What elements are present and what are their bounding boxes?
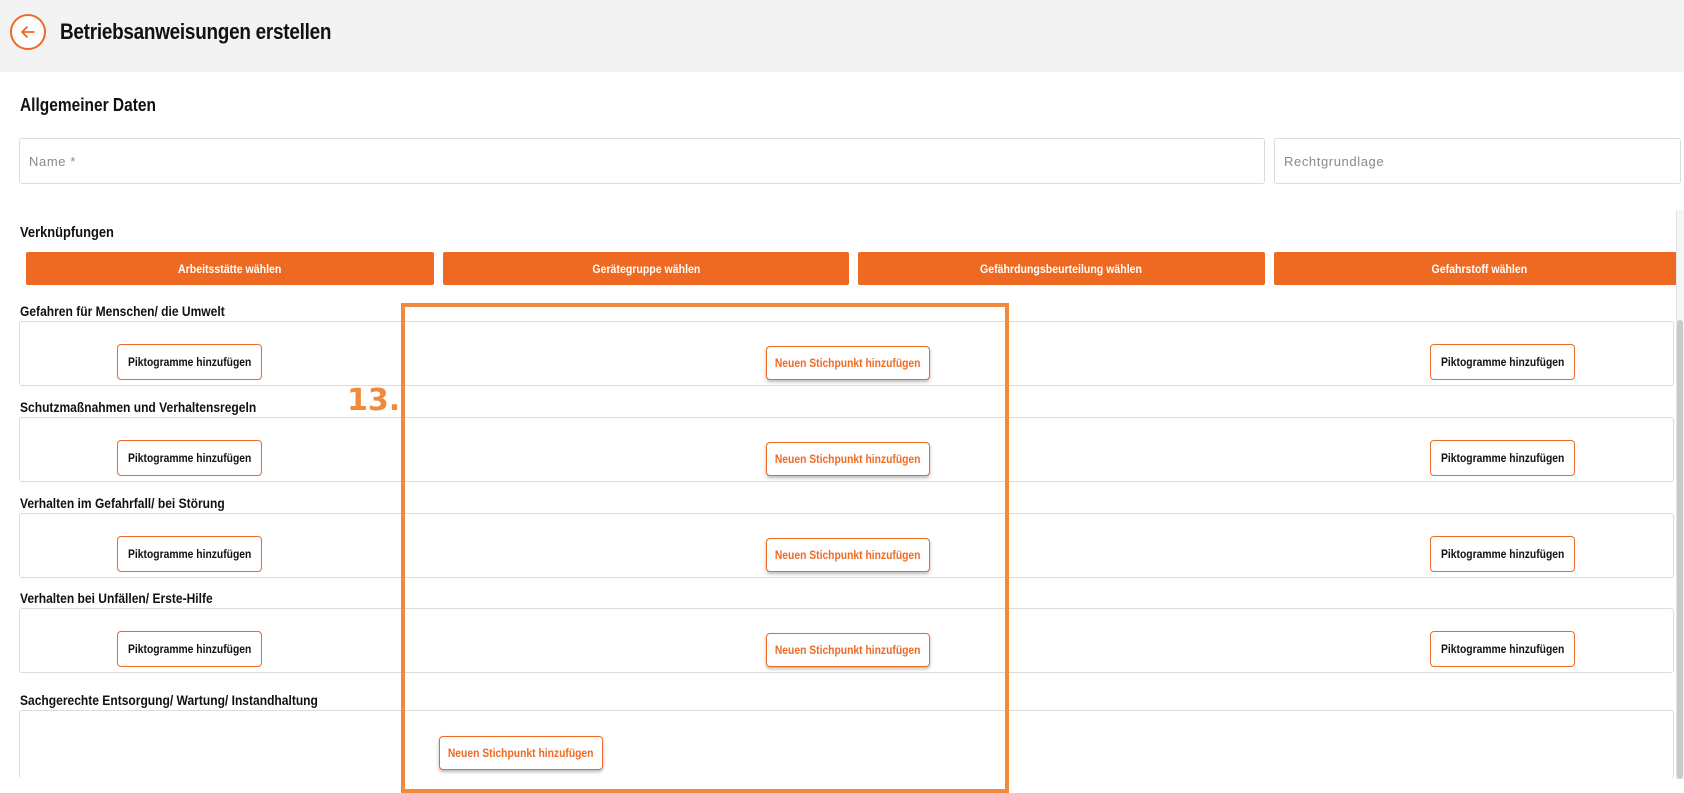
add-pictograms-right-button[interactable]: Piktogramme hinzufügen (1430, 440, 1575, 476)
rechtgrundlage-field[interactable] (1274, 138, 1681, 184)
add-pictograms-left-label: Piktogramme hinzufügen (127, 642, 252, 656)
select-risk-assessment-button[interactable]: Gefährdungsbeurteilung wählen (858, 252, 1265, 285)
add-pictograms-left-button[interactable]: Piktogramme hinzufügen (117, 344, 262, 380)
section-label-first-aid: Verhalten bei Unfällen/ Erste-Hilfe (20, 590, 213, 606)
page-header: Betriebsanweisungen erstellen (0, 0, 1684, 72)
general-data-title: Allgemeiner Daten (20, 95, 156, 115)
name-field[interactable] (19, 138, 1265, 184)
select-hazardous-substance-button[interactable]: Gefahrstoff wählen (1274, 252, 1684, 285)
add-bullet-point-label: Neuen Stichpunkt hinzufügen (448, 746, 594, 760)
section-label-emergency-behavior: Verhalten im Gefahrfall/ bei Störung (20, 495, 225, 511)
section-box-first-aid: Piktogramme hinzufügen Neuen Stichpunkt … (19, 608, 1674, 673)
add-bullet-point-button[interactable]: Neuen Stichpunkt hinzufügen (766, 346, 930, 380)
step-number-label: 13. (347, 383, 401, 418)
select-hazardous-substance-label: Gefahrstoff wählen (1431, 261, 1527, 276)
add-pictograms-right-label: Piktogramme hinzufügen (1440, 355, 1565, 369)
add-bullet-point-label: Neuen Stichpunkt hinzufügen (775, 356, 921, 370)
add-bullet-point-button[interactable]: Neuen Stichpunkt hinzufügen (766, 442, 930, 476)
select-workplace-label: Arbeitsstätte wählen (178, 261, 282, 276)
section-label-dangers: Gefahren für Menschen/ die Umwelt (20, 303, 225, 319)
add-bullet-point-label: Neuen Stichpunkt hinzufügen (775, 452, 921, 466)
add-pictograms-left-button[interactable]: Piktogramme hinzufügen (117, 631, 262, 667)
add-pictograms-right-label: Piktogramme hinzufügen (1440, 642, 1565, 656)
add-bullet-point-label: Neuen Stichpunkt hinzufügen (775, 548, 921, 562)
add-pictograms-left-button[interactable]: Piktogramme hinzufügen (117, 440, 262, 476)
section-box-dangers: Piktogramme hinzufügen Neuen Stichpunkt … (19, 321, 1674, 386)
section-box-protective-measures: Piktogramme hinzufügen Neuen Stichpunkt … (19, 417, 1674, 482)
section-box-emergency-behavior: Piktogramme hinzufügen Neuen Stichpunkt … (19, 513, 1674, 578)
select-workplace-button[interactable]: Arbeitsstätte wählen (26, 252, 434, 285)
add-pictograms-right-button[interactable]: Piktogramme hinzufügen (1430, 536, 1575, 572)
add-pictograms-left-label: Piktogramme hinzufügen (127, 451, 252, 465)
add-pictograms-right-button[interactable]: Piktogramme hinzufügen (1430, 344, 1575, 380)
add-bullet-point-label: Neuen Stichpunkt hinzufügen (775, 643, 921, 657)
select-device-group-label: Gerätegruppe wählen (592, 261, 700, 276)
back-button[interactable] (10, 14, 46, 50)
page-title: Betriebsanweisungen erstellen (60, 19, 332, 44)
rechtgrundlage-input[interactable] (1275, 139, 1680, 183)
add-bullet-point-button[interactable]: Neuen Stichpunkt hinzufügen (766, 633, 930, 667)
add-pictograms-left-label: Piktogramme hinzufügen (127, 547, 252, 561)
links-title: Verknüpfungen (20, 224, 114, 241)
add-bullet-point-button[interactable]: Neuen Stichpunkt hinzufügen (766, 538, 930, 572)
name-input[interactable] (20, 139, 1264, 183)
section-box-disposal-maintenance: Neuen Stichpunkt hinzufügen (19, 710, 1674, 779)
select-device-group-button[interactable]: Gerätegruppe wählen (443, 252, 849, 285)
add-pictograms-right-label: Piktogramme hinzufügen (1440, 451, 1565, 465)
add-pictograms-right-label: Piktogramme hinzufügen (1440, 547, 1565, 561)
add-bullet-point-button[interactable]: Neuen Stichpunkt hinzufügen (439, 736, 603, 770)
scrollbar-thumb[interactable] (1677, 320, 1683, 779)
select-risk-assessment-label: Gefährdungsbeurteilung wählen (980, 261, 1143, 276)
arrow-left-icon (21, 26, 35, 38)
add-pictograms-right-button[interactable]: Piktogramme hinzufügen (1430, 631, 1575, 667)
add-pictograms-left-button[interactable]: Piktogramme hinzufügen (117, 536, 262, 572)
add-pictograms-left-label: Piktogramme hinzufügen (127, 355, 252, 369)
section-label-protective-measures: Schutzmaßnahmen und Verhaltensregeln (20, 399, 257, 415)
section-label-disposal-maintenance: Sachgerechte Entsorgung/ Wartung/ Instan… (20, 692, 318, 708)
